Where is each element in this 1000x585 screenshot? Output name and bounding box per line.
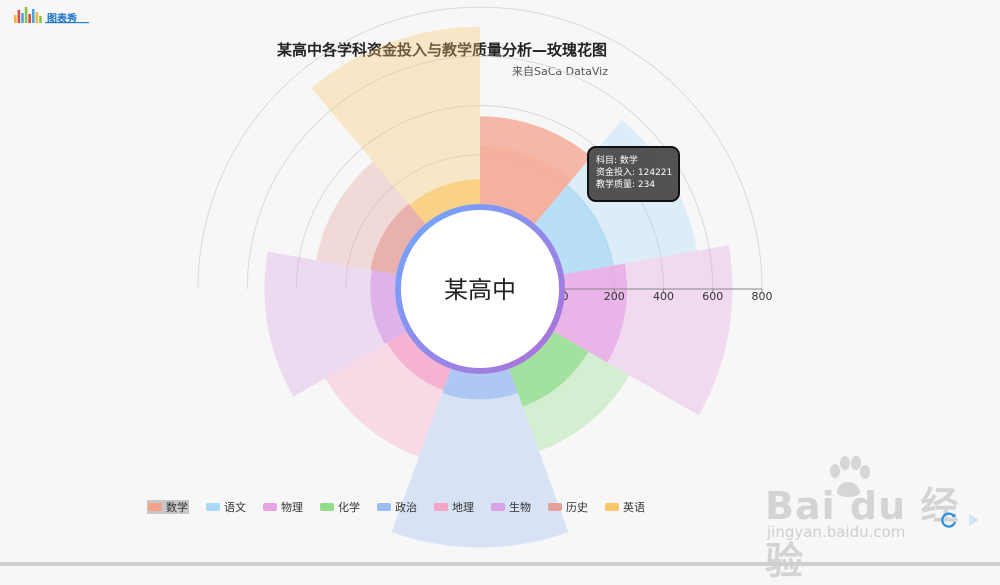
legend-label-2: 语文 — [224, 500, 246, 514]
chart-subtitle: 来自SaCa DataViz — [512, 65, 608, 78]
tooltip-line-2: 资金投入: 124221 — [596, 166, 672, 178]
tooltip-line-3: 教学质量: 234 — [596, 178, 655, 190]
legend-item-4[interactable]: 化学 — [320, 500, 360, 514]
legend-label-4: 化学 — [338, 500, 360, 514]
legend-swatch-9 — [605, 503, 619, 511]
legend-label-6: 地理 — [452, 501, 474, 514]
bottom-divider — [0, 562, 1000, 566]
tooltip: 科目: 数学资金投入: 124221教学质量: 234 — [587, 146, 680, 202]
center-hub: 某高中 — [395, 204, 565, 374]
axis-tick-label-2: 400 — [653, 290, 674, 303]
legend-swatch-4 — [320, 503, 334, 511]
legend-label-8: 历史 — [566, 501, 588, 514]
legend-swatch-8 — [548, 503, 562, 511]
legend-label-9: 英语 — [623, 500, 645, 514]
tooltip-line-1: 科目: 数学 — [596, 154, 638, 166]
chart-area: 某高中各学科资金投入与教学质量分析—玫瑰花图 来自SaCa DataViz 02… — [0, 0, 1000, 583]
app-logo-text: 图表秀 — [47, 14, 77, 25]
play-icon[interactable] — [968, 513, 980, 527]
legend-item-2[interactable]: 语文 — [206, 500, 246, 514]
legend-label-7: 生物 — [509, 500, 531, 514]
legend-item-3[interactable]: 物理 — [263, 500, 303, 514]
legend-swatch-5 — [377, 503, 391, 511]
axis-tick-label-3: 600 — [702, 290, 723, 303]
legend-item-9[interactable]: 英语 — [605, 500, 645, 514]
legend-label-3: 物理 — [281, 500, 303, 514]
legend[interactable]: 数学 语文 物理 化学 政治 地理 生物 历史 英语 — [147, 500, 645, 514]
legend-swatch-3 — [263, 503, 277, 511]
legend-swatch-1 — [148, 503, 162, 511]
legend-swatch-6 — [434, 503, 448, 511]
legend-label-1: 数学 — [166, 500, 188, 514]
rose-chart: 某高中各学科资金投入与教学质量分析—玫瑰花图 来自SaCa DataViz 02… — [147, 6, 773, 548]
refresh-icon[interactable] — [940, 511, 958, 529]
legend-item-1[interactable]: 数学 — [147, 500, 189, 514]
legend-label-5: 政治 — [395, 500, 417, 514]
axis-tick-label-4: 800 — [752, 290, 773, 303]
legend-swatch-2 — [206, 503, 220, 511]
legend-swatch-7 — [491, 503, 505, 511]
center-label: 某高中 — [444, 276, 516, 304]
axis-tick-label-1: 200 — [604, 290, 625, 303]
legend-item-5[interactable]: 政治 — [377, 500, 417, 514]
